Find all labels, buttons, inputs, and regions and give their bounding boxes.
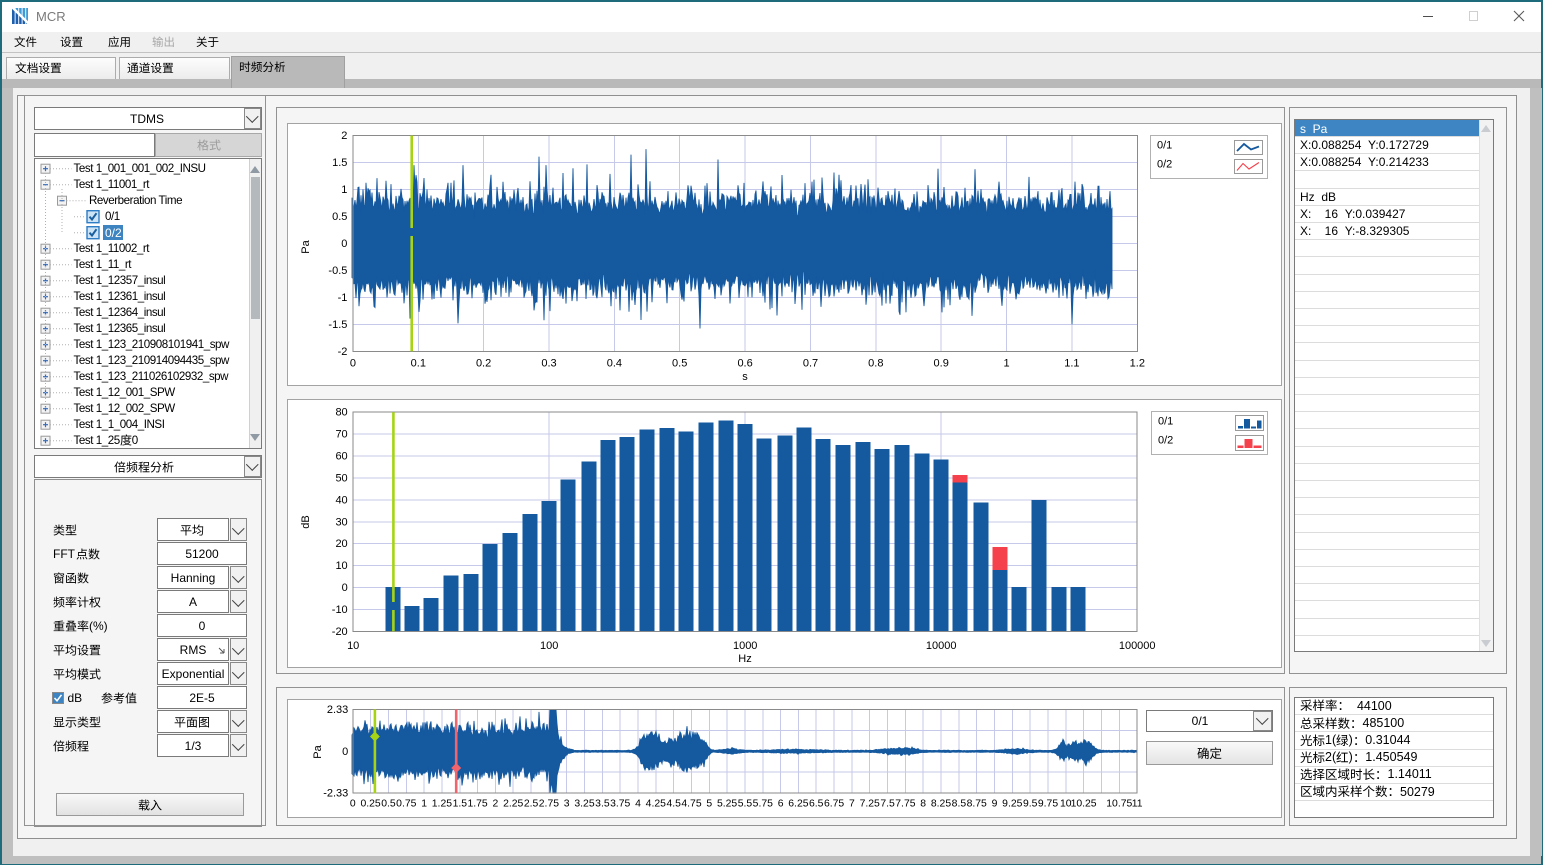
svg-text:9: 9 [991, 799, 997, 810]
svg-text:0.2: 0.2 [475, 358, 490, 370]
svg-text:0.5: 0.5 [672, 358, 687, 370]
svg-text:1.75: 1.75 [467, 799, 487, 810]
svg-text:0/1: 0/1 [1158, 416, 1173, 428]
svg-text:3.75: 3.75 [610, 799, 630, 810]
svg-text:0.9: 0.9 [933, 358, 948, 370]
svg-text:Hz: Hz [738, 653, 751, 665]
svg-text:4.5: 4.5 [666, 799, 681, 810]
svg-text:5.25: 5.25 [716, 799, 736, 810]
svg-text:1: 1 [341, 184, 347, 196]
svg-text:0.7: 0.7 [802, 358, 817, 370]
svg-text:dB: dB [300, 515, 312, 528]
svg-text:2.5: 2.5 [523, 799, 538, 810]
svg-text:8.5: 8.5 [951, 799, 966, 810]
svg-text:0.5: 0.5 [381, 799, 396, 810]
svg-text:30: 30 [335, 516, 347, 528]
svg-text:4: 4 [635, 799, 641, 810]
svg-text:6: 6 [777, 799, 783, 810]
svg-text:5.75: 5.75 [752, 799, 772, 810]
svg-text:70: 70 [335, 429, 347, 441]
svg-text:0.1: 0.1 [410, 358, 425, 370]
svg-text:10000: 10000 [925, 640, 956, 652]
svg-text:0: 0 [341, 582, 347, 594]
svg-text:11: 11 [1131, 799, 1142, 810]
svg-text:0.75: 0.75 [396, 799, 416, 810]
svg-text:6.75: 6.75 [823, 799, 843, 810]
svg-text:0/2: 0/2 [1158, 435, 1173, 447]
svg-text:0.6: 0.6 [737, 358, 752, 370]
svg-text:0.5: 0.5 [332, 211, 347, 223]
svg-text:5.5: 5.5 [737, 799, 752, 810]
svg-text:6.5: 6.5 [808, 799, 823, 810]
svg-text:8.25: 8.25 [930, 799, 950, 810]
svg-text:0/2: 0/2 [1157, 159, 1172, 171]
svg-text:50: 50 [335, 473, 347, 485]
svg-text:1.5: 1.5 [452, 799, 467, 810]
svg-text:2: 2 [341, 130, 347, 142]
svg-text:Pa: Pa [312, 744, 324, 758]
svg-text:3.25: 3.25 [574, 799, 594, 810]
svg-text:100: 100 [540, 640, 558, 652]
svg-text:3: 3 [563, 799, 569, 810]
svg-text:10.75: 10.75 [1106, 799, 1132, 810]
svg-text:9.25: 9.25 [1002, 799, 1022, 810]
svg-text:80: 80 [335, 407, 347, 419]
svg-text:1.5: 1.5 [332, 157, 347, 169]
svg-text:Pa: Pa [300, 239, 312, 253]
svg-text:4.25: 4.25 [645, 799, 665, 810]
svg-text:0.25: 0.25 [360, 799, 380, 810]
svg-text:8: 8 [920, 799, 926, 810]
svg-text:9.75: 9.75 [1037, 799, 1057, 810]
svg-text:0.8: 0.8 [868, 358, 883, 370]
svg-text:7: 7 [849, 799, 855, 810]
svg-text:-0.5: -0.5 [328, 265, 347, 277]
svg-text:4.75: 4.75 [681, 799, 701, 810]
svg-text:1000: 1000 [732, 640, 756, 652]
svg-text:10: 10 [335, 560, 347, 572]
svg-text:2.75: 2.75 [538, 799, 558, 810]
svg-text:100000: 100000 [1118, 640, 1155, 652]
svg-text:-20: -20 [331, 626, 347, 638]
svg-text:0: 0 [349, 358, 355, 370]
svg-text:1.1: 1.1 [1064, 358, 1079, 370]
svg-text:7.75: 7.75 [895, 799, 915, 810]
svg-text:8.75: 8.75 [966, 799, 986, 810]
svg-text:20: 20 [335, 538, 347, 550]
svg-text:9.5: 9.5 [1022, 799, 1037, 810]
svg-text:60: 60 [335, 451, 347, 463]
svg-text:1: 1 [1003, 358, 1009, 370]
svg-text:10: 10 [347, 640, 359, 652]
svg-text:0: 0 [341, 238, 347, 250]
svg-text:5: 5 [706, 799, 712, 810]
svg-text:0.3: 0.3 [541, 358, 556, 370]
svg-text:6.25: 6.25 [788, 799, 808, 810]
svg-text:s: s [742, 371, 748, 383]
svg-text:0: 0 [349, 799, 355, 810]
svg-text:0.4: 0.4 [606, 358, 621, 370]
svg-text:40: 40 [335, 494, 347, 506]
svg-text:0: 0 [342, 746, 348, 758]
svg-text:10.25: 10.25 [1070, 799, 1096, 810]
svg-text:-1.5: -1.5 [328, 319, 347, 331]
svg-text:2: 2 [492, 799, 498, 810]
svg-text:3.5: 3.5 [595, 799, 610, 810]
svg-text:1: 1 [421, 799, 427, 810]
svg-text:7.5: 7.5 [880, 799, 895, 810]
svg-text:-1: -1 [337, 292, 347, 304]
svg-text:2.25: 2.25 [503, 799, 523, 810]
svg-text:1.2: 1.2 [1129, 358, 1144, 370]
svg-text:7.25: 7.25 [859, 799, 879, 810]
svg-text:1.25: 1.25 [431, 799, 451, 810]
svg-text:2.33: 2.33 [326, 704, 347, 716]
svg-text:-2.33: -2.33 [323, 788, 348, 800]
svg-text:-2: -2 [337, 346, 347, 358]
svg-text:0/1: 0/1 [1157, 140, 1172, 152]
svg-text:-10: -10 [331, 604, 347, 616]
